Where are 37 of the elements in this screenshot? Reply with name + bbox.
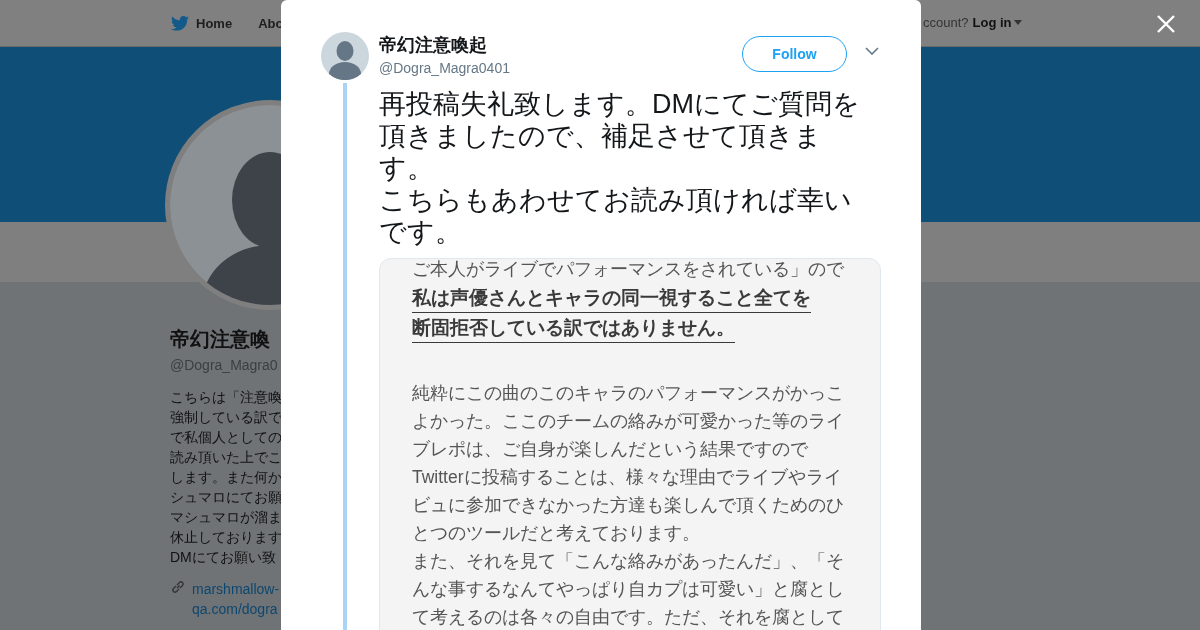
image-text-line: ビュに参加できなかった方達も楽しんで頂くためのひ <box>412 494 845 517</box>
bio-line: 休止しております <box>170 528 282 547</box>
user-name[interactable]: 帝幻注意喚起 <box>379 33 742 57</box>
image-text-line: よかった。ここのチームの絡みが可愛かった等のライ <box>412 410 845 433</box>
image-text-line: 私は声優さんとキャラの同一視すること全てを <box>412 286 812 310</box>
bio-line: します。また何か <box>170 468 282 487</box>
bio-line: マシュマロが溜ま <box>170 508 282 527</box>
bio-line: 強制している訳で <box>170 408 282 427</box>
image-text-line: ブレポは、ご自身が楽しんだという結果ですので <box>412 438 809 461</box>
link-icon <box>170 579 186 595</box>
avatar-icon[interactable] <box>321 32 369 80</box>
bio-line: で私個人としての <box>170 428 282 447</box>
image-text-line: とつのツールだと考えております。 <box>412 522 701 545</box>
attached-image[interactable] <box>379 258 881 630</box>
bio-line: こちらは「注意喚 <box>170 388 282 407</box>
image-text-line: ご本人がライブでパフォーマンスをされている」ので <box>412 258 845 281</box>
image-text-line: 断固拒否している訳ではありません。 <box>412 316 736 340</box>
image-text-line: Twitterに投稿することは、様々な理由でライブやライ <box>412 466 843 489</box>
follow-button[interactable]: Follow <box>742 36 847 72</box>
nav-link[interactable]: Home <box>170 14 233 32</box>
image-text-line: 純粋にこの曲のこのキャラのパフォーマンスがかっこ <box>412 382 845 405</box>
caret-icon <box>1013 20 1022 25</box>
bio-line: DMにてお願い致 <box>170 548 277 567</box>
image-text-line: んな事するなんてやっぱり自カプは可愛い」と腐とし <box>412 578 845 601</box>
account-prompt: ccount? <box>923 15 969 30</box>
profile-name: 帝幻注意喚 <box>170 327 270 352</box>
login-link[interactable]: Log in <box>972 15 1022 30</box>
image-text-line: て考えるのは各々の自由です。ただ、それを腐として <box>412 606 845 629</box>
bio-line: シュマロにてお願 <box>170 488 282 507</box>
tweet-text: こちらもあわせてお読み頂ければ幸いです。 <box>379 184 853 248</box>
user-handle: @Dogra_Magra0401 <box>379 60 511 76</box>
close-icon[interactable] <box>1157 15 1175 33</box>
bio-line: 読み頂いた上でこ <box>170 448 282 467</box>
bird-icon <box>170 14 190 32</box>
chevron-down-icon[interactable] <box>865 47 879 55</box>
tweet-text: 再投稿失礼致します。DMにてご質問を頂きましたので、補足させて頂きます。 <box>379 88 861 184</box>
image-text-line: また、それを見て「こんな絡みがあったんだ」、「そ <box>412 550 845 573</box>
